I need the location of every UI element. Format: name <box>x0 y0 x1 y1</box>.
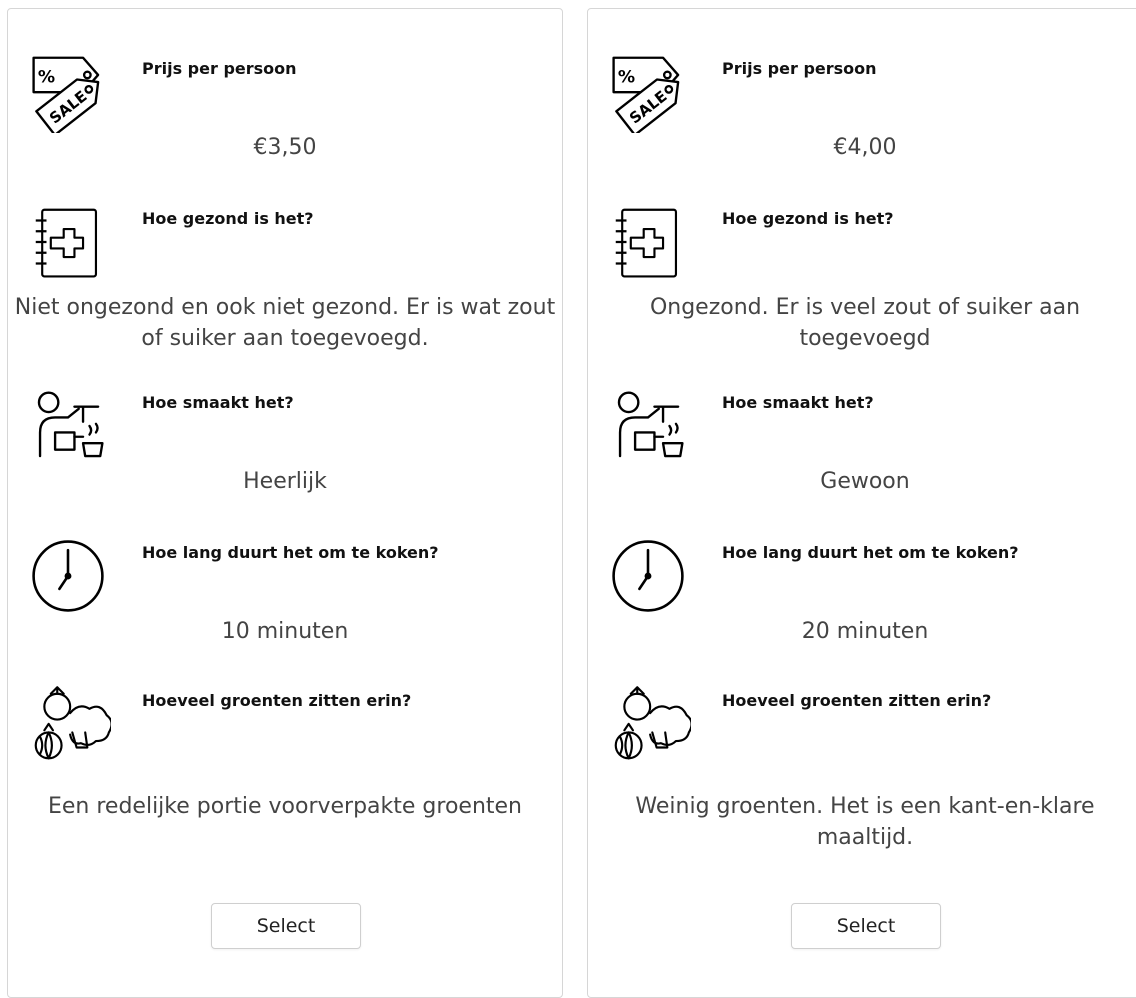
taste-answer: Gewoon <box>820 469 910 494</box>
vegetables-answer: Een redelijke portie voorverpakte groent… <box>47 794 523 819</box>
vegetables-icon <box>605 683 691 769</box>
time-answer: 20 minuten <box>801 619 929 644</box>
clock-icon <box>605 533 691 619</box>
health-question: Hoe gezond is het? <box>722 209 894 228</box>
vegetables-answer: Weinig groenten. Het is een kant-en-klar… <box>635 794 1095 850</box>
time-question: Hoe lang duurt het om te koken? <box>142 543 439 562</box>
cook-icon <box>605 383 691 469</box>
time-answer: 10 minuten <box>221 619 349 644</box>
taste-answer: Heerlijk <box>243 469 327 494</box>
health-answer: Niet ongezond en ook niet gezond. Er is … <box>14 295 556 351</box>
medical-notebook-icon <box>25 199 111 285</box>
sale-tag-icon <box>25 47 111 133</box>
price-question: Prijs per persoon <box>722 59 877 78</box>
meal-option-card-2: Prijs per persoon €4,00 Hoe gezond is he… <box>587 8 1136 998</box>
meal-option-card-1: Prijs per persoon €3,50 Hoe gezond is he… <box>7 8 563 998</box>
price-question: Prijs per persoon <box>142 59 297 78</box>
sale-tag-icon <box>605 47 691 133</box>
time-question: Hoe lang duurt het om te koken? <box>722 543 1019 562</box>
medical-notebook-icon <box>605 199 691 285</box>
vegetables-question: Hoeveel groenten zitten erin? <box>142 691 412 710</box>
select-button[interactable]: Select <box>791 903 941 949</box>
clock-icon <box>25 533 111 619</box>
vegetables-question: Hoeveel groenten zitten erin? <box>722 691 992 710</box>
price-value: €3,50 <box>253 135 317 160</box>
cook-icon <box>25 383 111 469</box>
taste-question: Hoe smaakt het? <box>722 393 874 412</box>
health-answer: Ongezond. Er is veel zout of suiker aan … <box>649 295 1081 351</box>
health-question: Hoe gezond is het? <box>142 209 314 228</box>
vegetables-icon <box>25 683 111 769</box>
select-button[interactable]: Select <box>211 903 361 949</box>
price-value: €4,00 <box>833 135 897 160</box>
taste-question: Hoe smaakt het? <box>142 393 294 412</box>
